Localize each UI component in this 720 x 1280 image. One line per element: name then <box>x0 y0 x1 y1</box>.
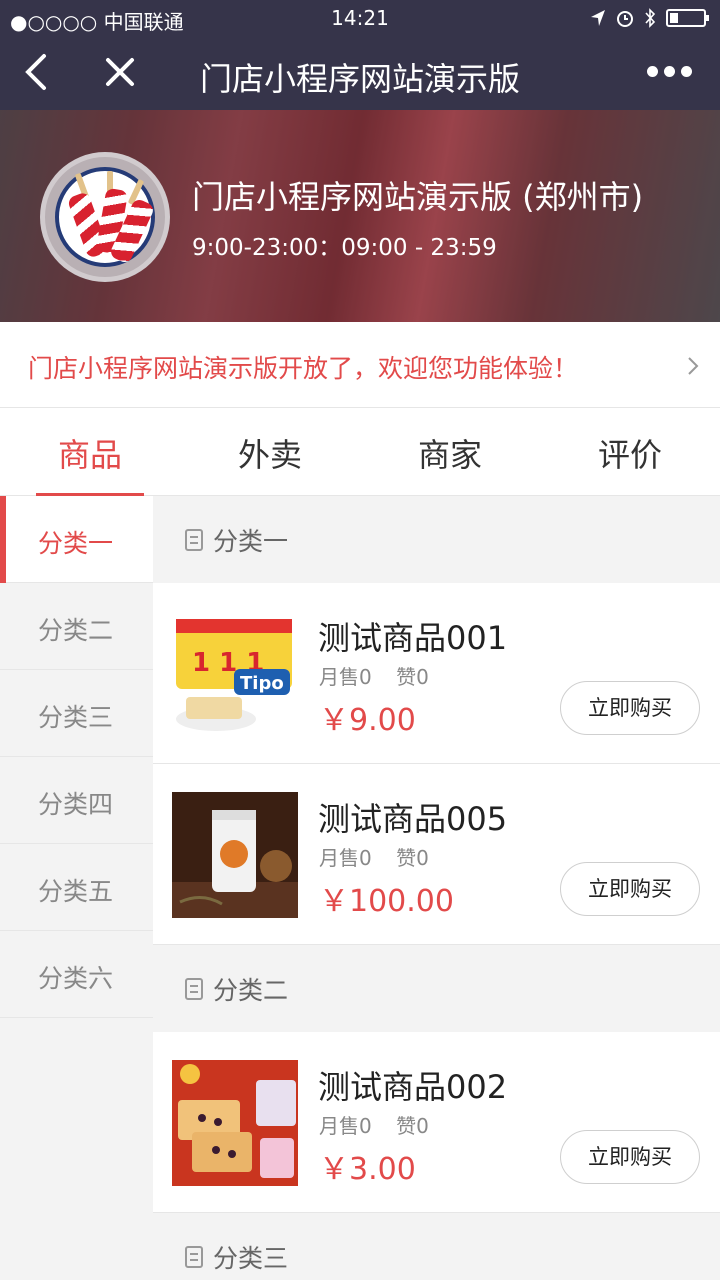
buy-now-button[interactable]: 立即购买 <box>560 681 700 735</box>
buy-now-button[interactable]: 立即购买 <box>560 862 700 916</box>
product-price: ￥3.00 <box>319 1152 416 1187</box>
status-bar: ●○○○○ 中国联通 14:21 <box>0 0 720 36</box>
tab-products[interactable]: 商品 <box>0 408 180 496</box>
section-title: 分类一 <box>213 526 289 556</box>
likes-count: 赞0 <box>396 1114 429 1138</box>
product-stats: 月售0 赞0 <box>319 661 429 690</box>
tab-reviews[interactable]: 评价 <box>540 408 720 495</box>
product-list[interactable]: 分类一 1 1 1 Tipo 测试商品001 月售0 赞0 ￥9.00 立即购买 <box>153 496 720 1280</box>
product-image: 1 1 1 Tipo <box>172 611 298 737</box>
bluetooth-icon <box>645 8 656 28</box>
navigation-bar: 门店小程序网站演示版 <box>0 36 720 110</box>
product-price: ￥100.00 <box>319 884 454 919</box>
tab-bar: 商品 外卖 商家 评价 <box>0 408 720 496</box>
sidebar-item-category-5[interactable]: 分类五 <box>0 844 153 931</box>
monthly-sales: 月售0 <box>319 665 372 689</box>
product-name: 测试商品002 <box>318 1068 508 1106</box>
section-header: 分类二 <box>153 945 720 1032</box>
store-hours: 9:00-23:00：09:00 - 23:59 <box>192 235 497 261</box>
store-name: 门店小程序网站演示版 (郑州市) <box>192 178 644 216</box>
list-icon <box>185 1245 203 1268</box>
monthly-sales: 月售0 <box>319 1114 372 1138</box>
section-title: 分类二 <box>213 975 289 1005</box>
product-price: ￥9.00 <box>319 703 416 738</box>
more-icon[interactable] <box>647 66 692 77</box>
likes-count: 赞0 <box>396 665 429 689</box>
product-image <box>172 792 298 918</box>
monthly-sales: 月售0 <box>319 846 372 870</box>
list-icon <box>185 977 203 1000</box>
location-icon <box>591 10 605 26</box>
sidebar-item-category-6[interactable]: 分类六 <box>0 931 153 1018</box>
product-item[interactable]: 测试商品002 月售0 赞0 ￥3.00 立即购买 <box>153 1032 720 1213</box>
section-title: 分类三 <box>213 1243 289 1273</box>
section-header: 分类一 <box>153 496 720 583</box>
product-image <box>172 1060 298 1186</box>
product-item[interactable]: 1 1 1 Tipo 测试商品001 月售0 赞0 ￥9.00 立即购买 <box>153 583 720 764</box>
battery-icon <box>666 9 709 27</box>
sidebar-item-category-1[interactable]: 分类一 <box>0 496 153 583</box>
alarm-icon <box>617 11 633 27</box>
list-icon <box>185 528 203 551</box>
store-avatar <box>40 152 170 282</box>
store-header: 门店小程序网站演示版 (郑州市) 9:00-23:00：09:00 - 23:5… <box>0 110 720 322</box>
notice-text: 门店小程序网站演示版开放了，欢迎您功能体验！ <box>28 354 579 383</box>
sidebar-item-category-4[interactable]: 分类四 <box>0 757 153 844</box>
product-name: 测试商品005 <box>318 800 508 838</box>
tab-merchant[interactable]: 商家 <box>360 408 540 495</box>
likes-count: 赞0 <box>396 846 429 870</box>
product-stats: 月售0 赞0 <box>319 1110 429 1139</box>
tab-delivery[interactable]: 外卖 <box>180 408 360 495</box>
product-item[interactable]: 测试商品005 月售0 赞0 ￥100.00 立即购买 <box>153 764 720 945</box>
status-icons <box>590 8 709 28</box>
chevron-right-icon <box>688 357 699 375</box>
buy-now-button[interactable]: 立即购买 <box>560 1130 700 1184</box>
sidebar-item-category-3[interactable]: 分类三 <box>0 670 153 757</box>
product-stats: 月售0 赞0 <box>319 842 429 871</box>
category-sidebar: 分类一 分类二 分类三 分类四 分类五 分类六 <box>0 496 153 1280</box>
notice-bar[interactable]: 门店小程序网站演示版开放了，欢迎您功能体验！ <box>0 322 720 408</box>
page-title: 门店小程序网站演示版 <box>199 60 520 98</box>
section-header: 分类三 <box>153 1213 720 1280</box>
sidebar-item-category-2[interactable]: 分类二 <box>0 583 153 670</box>
svg-text:Tipo: Tipo <box>240 673 284 694</box>
product-name: 测试商品001 <box>318 619 508 657</box>
